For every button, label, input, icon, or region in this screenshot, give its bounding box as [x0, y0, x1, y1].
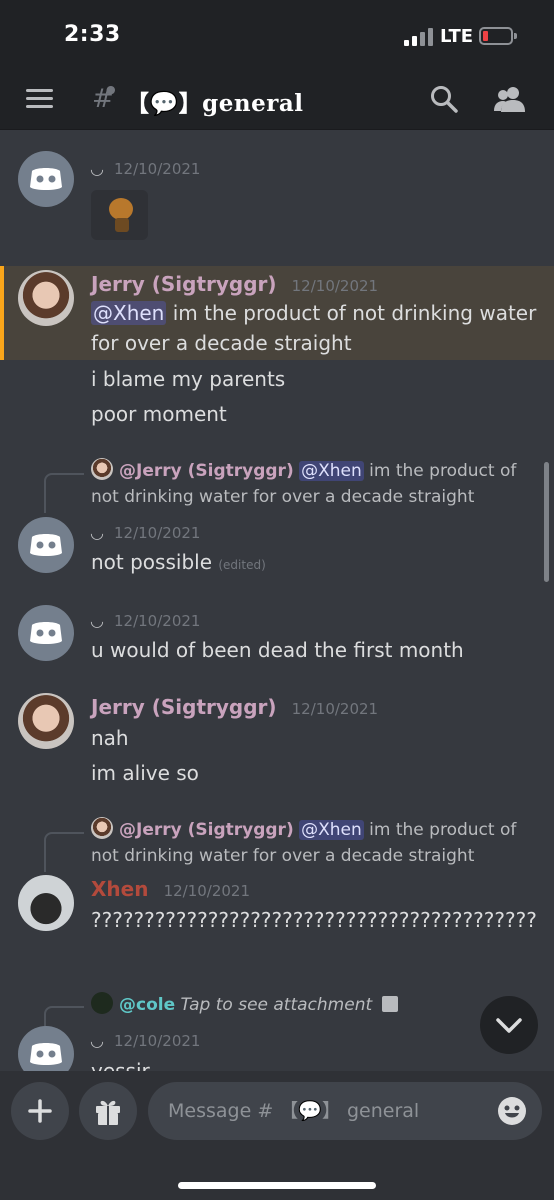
gift-button[interactable]	[79, 1082, 137, 1140]
message-content: ????????????????????????????????????????…	[91, 908, 537, 932]
reply-avatar	[91, 817, 113, 839]
reply-preview[interactable]: @Jerry (Sigtryggr) @Xhen im the product …	[91, 458, 536, 510]
jump-to-bottom-button[interactable]	[480, 996, 538, 1054]
status-bar: 2:33 LTE	[0, 0, 554, 70]
message-timestamp: 12/10/2021	[114, 612, 201, 630]
members-icon[interactable]	[494, 85, 526, 113]
message-content: @Xhen im the product of not drinking wat…	[91, 301, 537, 355]
message-content: not possible (edited)	[91, 550, 266, 574]
reply-preview[interactable]: @cole Tap to see attachment	[91, 992, 536, 1018]
message-timestamp: 12/10/2021	[163, 882, 251, 900]
message[interactable]: ◡ 12/10/2021	[0, 151, 554, 261]
lock-icon: ●	[106, 83, 116, 96]
reply-connector	[44, 832, 84, 872]
scrollbar[interactable]	[544, 462, 549, 582]
message-content: yessir	[91, 1059, 150, 1071]
message-timestamp: 12/10/2021	[114, 524, 201, 542]
menu-icon[interactable]	[26, 88, 53, 110]
message-timestamp: 12/10/2021	[291, 277, 379, 295]
image-icon	[381, 996, 398, 1012]
username[interactable]: Xhen	[91, 877, 148, 901]
smile-icon: ◡	[90, 611, 104, 630]
home-indicator	[178, 1182, 376, 1189]
avatar[interactable]	[18, 605, 74, 661]
message-timestamp: 12/10/2021	[114, 160, 201, 178]
emoji-icon	[498, 1097, 526, 1125]
smile-icon: ◡	[90, 1031, 104, 1050]
search-icon[interactable]	[430, 85, 458, 113]
network-label: LTE	[440, 26, 474, 47]
plus-icon	[28, 1099, 52, 1123]
message-content: i blame my parents	[91, 367, 286, 391]
username[interactable]: Jerry (Sigtryggr)	[91, 695, 277, 719]
username[interactable]: Jerry (Sigtryggr)	[91, 272, 277, 296]
avatar[interactable]	[18, 151, 74, 207]
reply-preview[interactable]: @Jerry (Sigtryggr) @Xhen im the product …	[91, 817, 536, 869]
add-attachment-button[interactable]	[11, 1082, 69, 1140]
message-list[interactable]: ◡ 12/10/2021 Jerry (Sigtryggr) 12/10/2021…	[0, 131, 554, 1071]
reply-connector	[44, 473, 84, 513]
avatar[interactable]	[18, 875, 74, 931]
avatar[interactable]	[18, 517, 74, 573]
message-timestamp: 12/10/2021	[291, 700, 379, 718]
avatar[interactable]	[18, 270, 74, 326]
message-content: nah	[91, 726, 129, 750]
message-timestamp: 12/10/2021	[114, 1032, 201, 1050]
reply-avatar	[91, 992, 113, 1014]
gift-icon	[96, 1100, 120, 1125]
edited-label: (edited)	[218, 558, 266, 572]
signal-icon	[404, 28, 436, 46]
message-content: u would of been dead the first month	[91, 638, 464, 662]
image-attachment[interactable]	[91, 190, 148, 240]
chevron-down-icon	[496, 1018, 522, 1033]
message-content: im alive so	[91, 761, 199, 785]
reply-avatar	[91, 458, 113, 480]
message-highlighted[interactable]: Jerry (Sigtryggr) 12/10/2021 @Xhen im th…	[0, 266, 554, 360]
status-time: 2:33	[64, 22, 121, 47]
battery-icon	[479, 27, 517, 45]
smile-icon: ◡	[90, 159, 104, 178]
avatar[interactable]	[18, 693, 74, 749]
composer-bar	[0, 1071, 554, 1200]
message-content: poor moment	[91, 402, 227, 426]
channel-header: # ● 【💬】general	[0, 70, 554, 130]
emoji-button[interactable]	[496, 1095, 528, 1127]
user-mention[interactable]: @Xhen	[91, 301, 167, 325]
channel-title[interactable]: 【💬】general	[126, 84, 303, 118]
smile-icon: ◡	[90, 523, 104, 542]
message-input[interactable]	[148, 1082, 542, 1140]
